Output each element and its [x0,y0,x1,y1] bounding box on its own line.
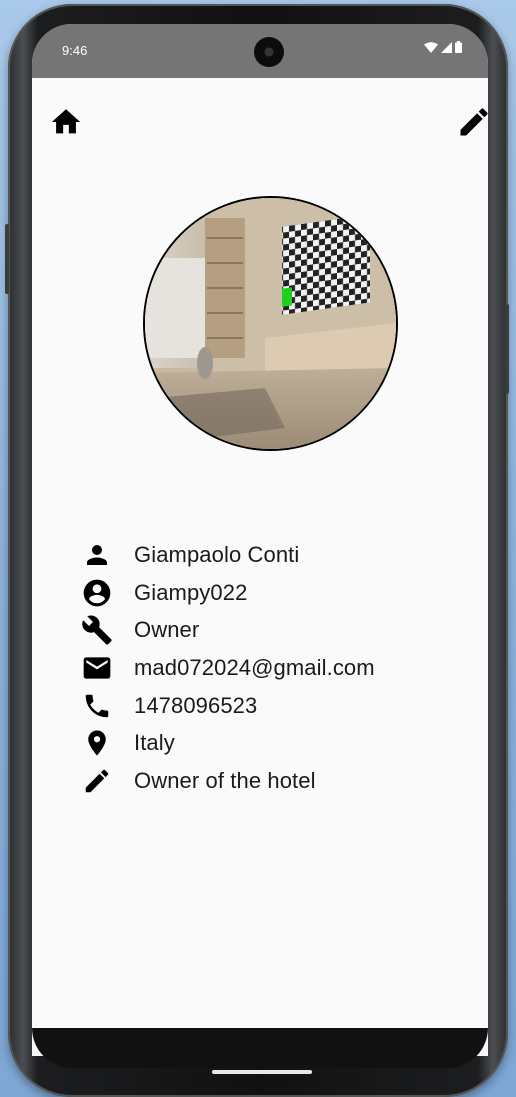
info-row-username: Giampy022 [80,574,375,612]
home-indicator[interactable] [212,1070,312,1074]
profile-location: Italy [134,730,175,756]
profile-phone: 1478096523 [134,692,258,718]
profile-email: mad072024@gmail.com [134,654,375,680]
edit-pencil-icon [460,108,488,136]
profile-username: Giampy022 [134,579,248,605]
edit-profile-button[interactable] [454,102,488,142]
signal-icon [441,41,452,53]
status-time: 9:46 [62,43,88,58]
wrench-icon [82,615,112,645]
info-row-name: Giampaolo Conti [80,536,375,574]
front-camera [254,37,284,67]
status-icons [424,41,462,53]
location-pin-icon [88,730,106,756]
profile-info-list: Giampaolo Conti Giampy022 Owner mad07202… [80,536,375,800]
info-row-description: Owner of the hotel [80,762,375,800]
wifi-icon [424,41,438,53]
info-row-phone: 1478096523 [80,687,375,725]
mail-icon [83,657,111,679]
profile-description: Owner of the hotel [134,767,316,793]
navigation-bar [32,1028,488,1068]
side-button [505,304,509,394]
profile-photo [145,198,396,449]
info-row-location: Italy [80,724,375,762]
home-button[interactable] [46,102,86,142]
pencil-icon [85,769,109,793]
account-circle-icon [83,579,111,606]
profile-avatar [143,196,398,451]
app-screen: 9:46 Giampaolo Conti Giampy022 Owner mad… [32,24,488,1056]
info-row-email: mad072024@gmail.com [80,649,375,687]
info-row-role: Owner [80,611,375,649]
side-button [5,224,9,294]
status-bar: 9:46 [32,24,488,78]
profile-name: Giampaolo Conti [134,541,300,567]
battery-icon [455,41,462,53]
home-icon [51,109,81,134]
person-icon [87,544,107,565]
phone-icon [85,694,109,717]
profile-role: Owner [134,617,200,643]
